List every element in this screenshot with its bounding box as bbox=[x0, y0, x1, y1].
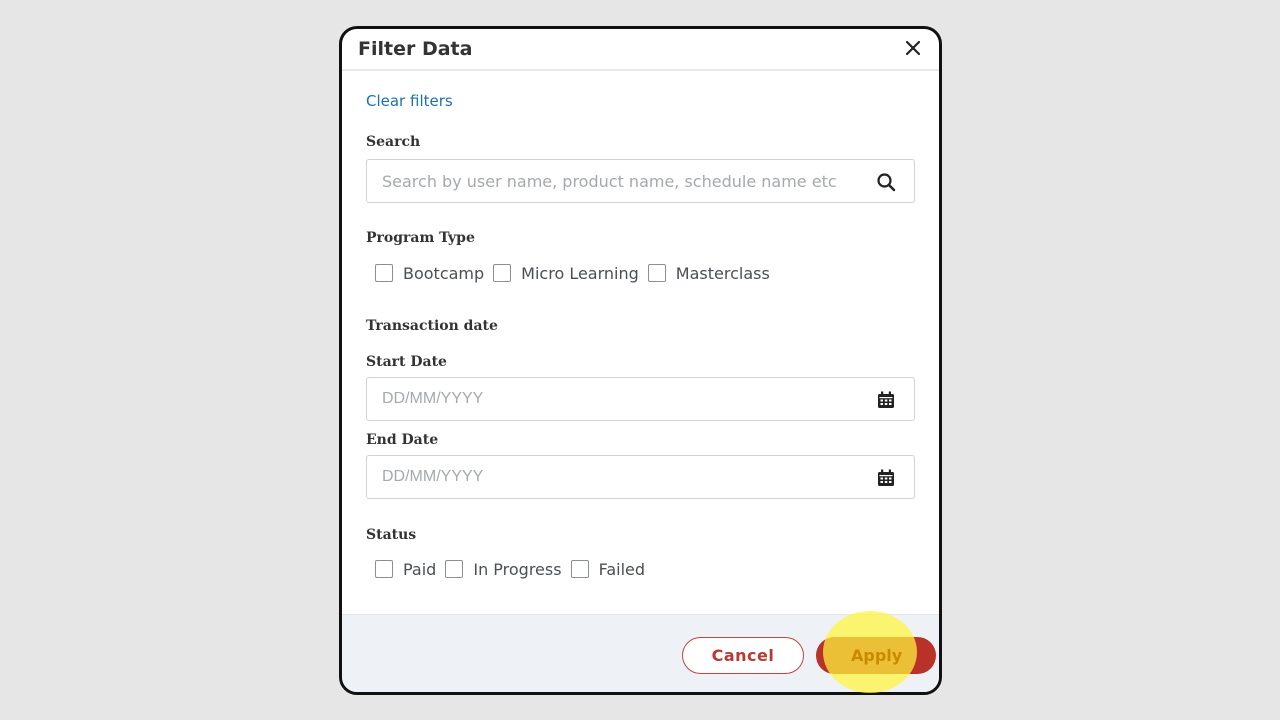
program-type-options: Bootcamp Micro Learning Masterclass bbox=[375, 262, 779, 284]
checkbox-label: Micro Learning bbox=[521, 263, 639, 283]
transaction-date-label: Transaction date bbox=[366, 318, 498, 334]
cancel-button[interactable]: Cancel bbox=[682, 637, 804, 674]
start-date-input[interactable] bbox=[367, 378, 914, 420]
checkbox-box[interactable] bbox=[570, 560, 589, 578]
close-button[interactable] bbox=[904, 39, 922, 57]
modal-footer: Cancel bbox=[342, 614, 939, 692]
checkbox-failed[interactable]: Failed bbox=[570, 559, 646, 579]
start-date-field bbox=[366, 377, 915, 421]
start-date-label: Start Date bbox=[366, 354, 447, 370]
apply-button[interactable] bbox=[816, 637, 936, 674]
checkbox-label: Failed bbox=[598, 559, 646, 579]
checkbox-label: Bootcamp bbox=[403, 263, 485, 283]
checkbox-box[interactable] bbox=[647, 264, 666, 282]
close-icon bbox=[905, 40, 921, 56]
checkbox-paid[interactable]: Paid bbox=[375, 560, 436, 579]
program-type-label: Program Type bbox=[366, 230, 475, 246]
search-input[interactable] bbox=[367, 160, 914, 202]
checkbox-label: Masterclass bbox=[675, 263, 770, 283]
checkbox-masterclass[interactable]: Masterclass bbox=[647, 263, 770, 283]
end-date-field bbox=[366, 455, 915, 499]
modal-header: Filter Data bbox=[342, 29, 939, 71]
checkbox-box[interactable] bbox=[375, 560, 393, 578]
calendar-icon[interactable] bbox=[876, 390, 896, 410]
clear-filters-link[interactable]: Clear filters bbox=[366, 92, 453, 110]
checkbox-micro-learning[interactable]: Micro Learning bbox=[493, 264, 639, 283]
search-icon[interactable] bbox=[876, 172, 896, 192]
status-label: Status bbox=[366, 527, 417, 543]
checkbox-box[interactable] bbox=[375, 264, 393, 282]
checkbox-label: Paid bbox=[403, 559, 437, 579]
end-date-input[interactable] bbox=[367, 456, 914, 498]
checkbox-box[interactable] bbox=[445, 560, 464, 578]
status-options: Paid In Progress Failed bbox=[375, 558, 654, 580]
modal-title: Filter Data bbox=[358, 38, 473, 60]
end-date-label: End Date bbox=[366, 432, 439, 448]
search-label: Search bbox=[366, 134, 421, 150]
checkbox-box[interactable] bbox=[493, 264, 512, 282]
checkbox-bootcamp[interactable]: Bootcamp bbox=[375, 264, 484, 283]
filter-data-modal: Filter Data Clear filters Search Program… bbox=[339, 26, 942, 695]
calendar-icon[interactable] bbox=[876, 468, 896, 488]
search-field bbox=[366, 159, 915, 203]
checkbox-label: In Progress bbox=[473, 559, 562, 579]
checkbox-in-progress[interactable]: In Progress bbox=[445, 559, 562, 579]
